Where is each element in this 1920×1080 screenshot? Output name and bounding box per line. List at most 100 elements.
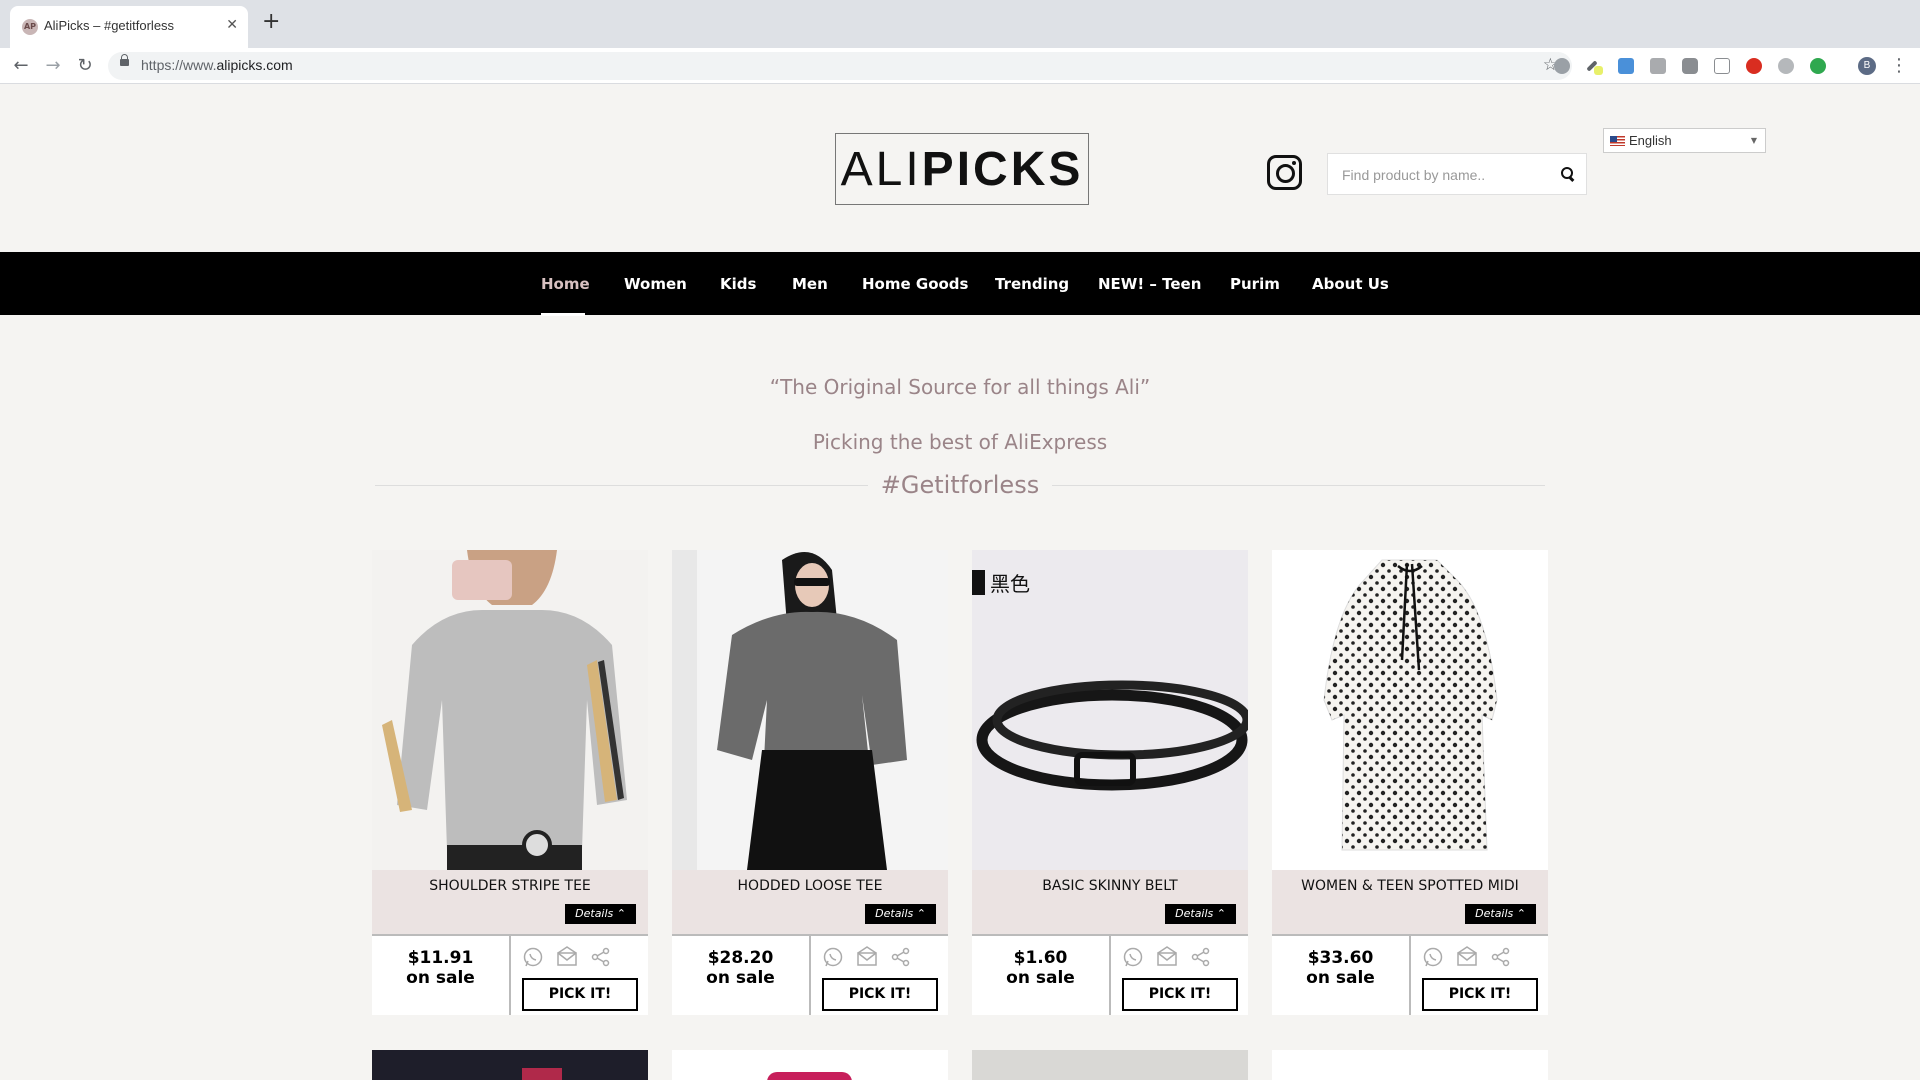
image-color-caption: 黑色 <box>990 572 1030 596</box>
share-icons <box>1422 946 1542 970</box>
browser-tab[interactable]: AP AliPicks – #getitforless ✕ <box>10 6 248 48</box>
tagline-sub: Picking the best of AliExpress <box>812 430 1108 454</box>
browser-menu-icon[interactable]: ⋮ <box>1890 54 1908 78</box>
nav-item-women[interactable]: Women <box>624 275 687 293</box>
whatsapp-icon[interactable] <box>822 946 844 968</box>
sale-label: on sale <box>1306 968 1375 988</box>
email-icon[interactable] <box>1156 946 1178 968</box>
nav-item-kids[interactable]: Kids <box>720 275 756 293</box>
extension-k-icon[interactable] <box>1650 58 1666 74</box>
logo-text-light: ALI <box>840 142 922 196</box>
share-icons <box>1122 946 1242 970</box>
product-image[interactable] <box>672 550 948 870</box>
product-footer: $28.20 on sale PICK IT! <box>672 934 948 1015</box>
share-icon[interactable] <box>1190 946 1212 968</box>
price-box: $11.91 on sale <box>372 936 511 1015</box>
product-name: BASIC SKINNY BELT <box>1042 878 1178 894</box>
sale-label: on sale <box>406 968 475 988</box>
product-image-next-row[interactable] <box>972 1050 1248 1080</box>
product-card: WOMEN & TEEN SPOTTED MIDI Details ⌃ $33.… <box>1272 550 1548 1015</box>
price-box: $33.60 on sale <box>1272 936 1411 1015</box>
browser-tab-bar: AP AliPicks – #getitforless ✕ + <box>0 0 1920 48</box>
search-input[interactable] <box>1342 165 1542 185</box>
share-icon[interactable] <box>890 946 912 968</box>
pick-it-button[interactable]: PICK IT! <box>522 978 638 1011</box>
share-icon[interactable] <box>1490 946 1512 968</box>
sale-label: on sale <box>706 968 775 988</box>
nav-item-home-goods[interactable]: Home Goods <box>862 275 968 293</box>
share-icon[interactable] <box>590 946 612 968</box>
tagline-hashtag: #Getitforless <box>880 471 1040 499</box>
whatsapp-icon[interactable] <box>1422 946 1444 968</box>
nav-item-trending[interactable]: Trending <box>995 275 1069 293</box>
product-name: HODDED LOOSE TEE <box>737 878 883 894</box>
nav-item-about-us[interactable]: About Us <box>1312 275 1389 293</box>
product-card: 黑色 BASIC SKINNY BELT Details ⌃ $1.60 on … <box>972 550 1248 1015</box>
details-button[interactable]: Details ⌃ <box>865 904 936 924</box>
product-image-next-row[interactable] <box>1272 1050 1548 1080</box>
email-icon[interactable] <box>856 946 878 968</box>
instagram-icon[interactable] <box>1267 155 1302 190</box>
sale-label: on sale <box>1006 968 1075 988</box>
product-footer: $33.60 on sale PICK IT! <box>1272 934 1548 1015</box>
extension-red-icon[interactable] <box>1746 58 1762 74</box>
nav-item-purim[interactable]: Purim <box>1230 275 1280 293</box>
product-card: SHOULDER STRIPE TEE Details ⌃ $11.91 on … <box>372 550 648 1015</box>
browser-toolbar: ← → ↻ https://www.alipicks.com ☆ B ⋮ <box>0 48 1920 84</box>
nav-item-home[interactable]: Home <box>541 275 590 293</box>
extension-circle-icon[interactable] <box>1778 58 1794 74</box>
pick-it-button[interactable]: PICK IT! <box>1422 978 1538 1011</box>
chevron-down-icon: ▼ <box>1750 136 1757 145</box>
logo-text-bold: PICKS <box>921 142 1084 196</box>
whatsapp-icon[interactable] <box>522 946 544 968</box>
product-image-next-row[interactable] <box>372 1050 648 1080</box>
forward-icon[interactable]: → <box>41 54 65 78</box>
extension-download-icon[interactable] <box>1618 58 1634 74</box>
nav-item-men[interactable]: Men <box>792 275 828 293</box>
product-image[interactable]: 黑色 <box>972 550 1248 870</box>
close-tab-icon[interactable]: ✕ <box>226 17 238 33</box>
new-tab-icon[interactable]: + <box>262 11 280 33</box>
back-icon[interactable]: ← <box>9 54 33 78</box>
pick-it-button[interactable]: PICK IT! <box>822 978 938 1011</box>
nav-item-teen[interactable]: NEW! – Teen <box>1098 275 1201 293</box>
product-price: $1.60 <box>1013 948 1068 968</box>
us-flag-icon <box>1610 136 1625 146</box>
pick-it-button[interactable]: PICK IT! <box>1122 978 1238 1011</box>
details-button[interactable]: Details ⌃ <box>1165 904 1236 924</box>
profile-avatar[interactable]: B <box>1858 57 1876 75</box>
address-bar[interactable]: https://www.alipicks.com ☆ <box>108 52 1572 80</box>
product-name: WOMEN & TEEN SPOTTED MIDI <box>1301 878 1519 894</box>
extension-grammarly-icon[interactable] <box>1810 58 1826 74</box>
product-info: WOMEN & TEEN SPOTTED MIDI Details ⌃ <box>1272 870 1548 934</box>
product-price: $28.20 <box>707 948 774 968</box>
product-image[interactable] <box>1272 550 1548 870</box>
search-icon[interactable] <box>1560 166 1576 182</box>
product-image-next-row[interactable] <box>672 1050 948 1080</box>
product-info: HODDED LOOSE TEE Details ⌃ <box>672 870 948 934</box>
whatsapp-icon[interactable] <box>1122 946 1144 968</box>
product-info: SHOULDER STRIPE TEE Details ⌃ <box>372 870 648 934</box>
product-search <box>1327 153 1587 195</box>
url-text: https://www.alipicks.com <box>141 57 293 73</box>
product-name: SHOULDER STRIPE TEE <box>429 878 591 894</box>
reload-icon[interactable]: ↻ <box>73 54 97 78</box>
language-label: English <box>1629 133 1672 148</box>
price-box: $1.60 on sale <box>972 936 1111 1015</box>
email-icon[interactable] <box>1456 946 1478 968</box>
tab-title: AliPicks – #getitforless <box>44 18 175 33</box>
extension-cloud-icon[interactable] <box>1554 58 1570 74</box>
favicon-icon: AP <box>22 19 38 35</box>
details-button[interactable]: Details ⌃ <box>1465 904 1536 924</box>
extension-text-icon[interactable] <box>1714 58 1730 74</box>
email-icon[interactable] <box>556 946 578 968</box>
divider-right <box>1052 485 1545 486</box>
language-select[interactable]: English ▼ <box>1603 128 1766 153</box>
active-nav-indicator <box>541 313 585 316</box>
product-image[interactable] <box>372 550 648 870</box>
extension-camera-icon[interactable] <box>1682 58 1698 74</box>
details-button[interactable]: Details ⌃ <box>565 904 636 924</box>
extension-badge <box>1594 66 1603 75</box>
tagline-quote: “The Original Source for all things Ali” <box>769 375 1151 399</box>
site-logo[interactable]: ALI PICKS <box>835 133 1089 205</box>
